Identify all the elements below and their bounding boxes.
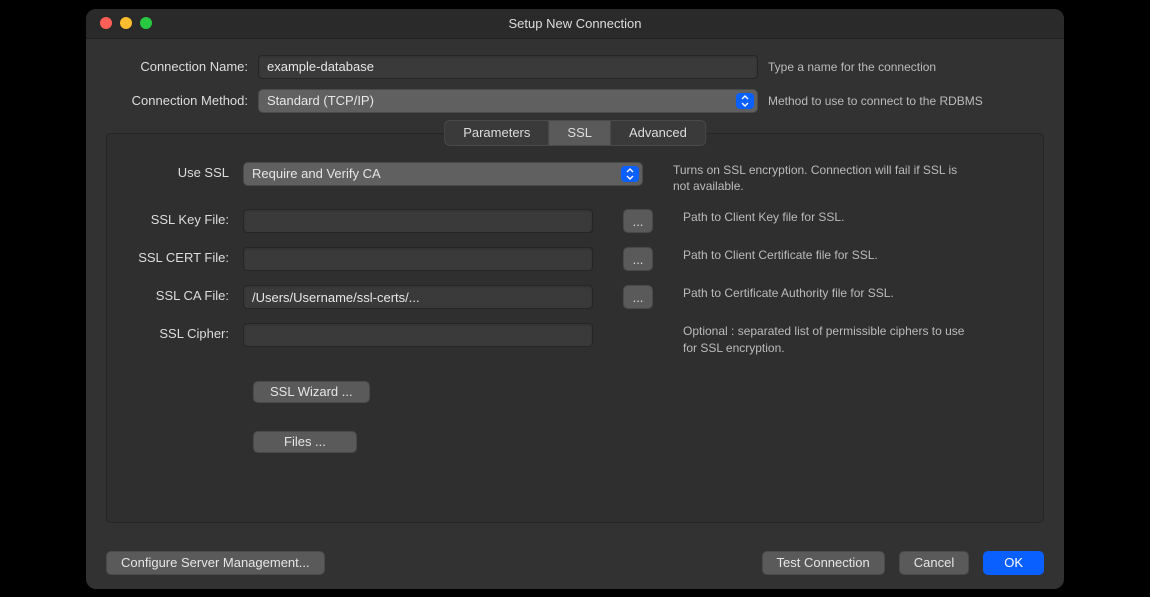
tab-parameters[interactable]: Parameters xyxy=(445,121,548,145)
connection-name-hint: Type a name for the connection xyxy=(768,60,1044,74)
ssl-key-file-row: SSL Key File: ... Path to Client Key fil… xyxy=(133,209,1017,233)
ssl-ca-file-row: SSL CA File: ... Path to Certificate Aut… xyxy=(133,285,1017,309)
ssl-key-file-input[interactable] xyxy=(243,209,593,233)
test-connection-button[interactable]: Test Connection xyxy=(762,551,885,575)
ssl-ca-file-browse-button[interactable]: ... xyxy=(623,285,653,309)
ssl-ca-file-label: SSL CA File: xyxy=(133,285,229,303)
ssl-cert-file-input[interactable] xyxy=(243,247,593,271)
titlebar: Setup New Connection xyxy=(86,9,1064,39)
ssl-wizard-button[interactable]: SSL Wizard ... xyxy=(253,381,370,403)
ssl-cert-file-hint: Path to Client Certificate file for SSL. xyxy=(683,247,973,264)
configure-server-button[interactable]: Configure Server Management... xyxy=(106,551,325,575)
footer: Configure Server Management... Test Conn… xyxy=(106,533,1044,575)
ssl-cipher-input[interactable] xyxy=(243,323,593,347)
ssl-cert-file-browse-button[interactable]: ... xyxy=(623,247,653,271)
use-ssl-hint: Turns on SSL encryption. Connection will… xyxy=(673,162,963,196)
content: Connection Name: Type a name for the con… xyxy=(86,39,1064,589)
connection-method-label: Connection Method: xyxy=(106,93,248,108)
files-button[interactable]: Files ... xyxy=(253,431,357,453)
use-ssl-label: Use SSL xyxy=(133,162,229,180)
use-ssl-value: Require and Verify CA xyxy=(252,166,381,181)
ssl-files-row: Files ... xyxy=(133,431,1017,453)
ssl-cert-file-label: SSL CERT File: xyxy=(133,247,229,265)
tabs: Parameters SSL Advanced xyxy=(444,120,706,146)
ssl-key-file-hint: Path to Client Key file for SSL. xyxy=(683,209,973,226)
window-title: Setup New Connection xyxy=(86,16,1064,31)
close-window-button[interactable] xyxy=(100,17,112,29)
ssl-key-file-label: SSL Key File: xyxy=(133,209,229,227)
ok-button[interactable]: OK xyxy=(983,551,1044,575)
dialog-window: Setup New Connection Connection Name: Ty… xyxy=(86,9,1064,589)
connection-method-value: Standard (TCP/IP) xyxy=(267,93,374,108)
minimize-window-button[interactable] xyxy=(120,17,132,29)
connection-name-input[interactable] xyxy=(258,55,758,79)
ssl-cipher-hint: Optional : separated list of permissible… xyxy=(683,323,973,357)
tab-advanced[interactable]: Advanced xyxy=(610,121,705,145)
ssl-cert-file-row: SSL CERT File: ... Path to Client Certif… xyxy=(133,247,1017,271)
ssl-form: Use SSL Require and Verify CA Turns on S… xyxy=(133,162,1017,453)
connection-name-label: Connection Name: xyxy=(106,59,248,74)
ssl-ca-file-input[interactable] xyxy=(243,285,593,309)
use-ssl-row: Use SSL Require and Verify CA Turns on S… xyxy=(133,162,1017,196)
ssl-key-file-browse-button[interactable]: ... xyxy=(623,209,653,233)
spacer xyxy=(339,551,748,575)
ssl-cipher-row: SSL Cipher: Optional : separated list of… xyxy=(133,323,1017,357)
top-form: Connection Name: Type a name for the con… xyxy=(106,55,1044,113)
connection-method-row: Connection Method: Standard (TCP/IP) Met… xyxy=(106,89,1044,113)
cancel-button[interactable]: Cancel xyxy=(899,551,969,575)
tab-ssl[interactable]: SSL xyxy=(548,121,610,145)
connection-method-select[interactable]: Standard (TCP/IP) xyxy=(258,89,758,113)
ssl-wizard-row: SSL Wizard ... xyxy=(133,381,1017,403)
ssl-ca-file-hint: Path to Certificate Authority file for S… xyxy=(683,285,973,302)
connection-method-hint: Method to use to connect to the RDBMS xyxy=(768,94,1044,108)
ssl-cipher-label: SSL Cipher: xyxy=(133,323,229,341)
chevron-up-down-icon xyxy=(736,93,754,109)
zoom-window-button[interactable] xyxy=(140,17,152,29)
window-controls xyxy=(86,17,152,29)
settings-panel: Parameters SSL Advanced Use SSL Require … xyxy=(106,133,1044,523)
connection-name-row: Connection Name: Type a name for the con… xyxy=(106,55,1044,79)
use-ssl-select[interactable]: Require and Verify CA xyxy=(243,162,643,186)
chevron-up-down-icon xyxy=(621,166,639,182)
